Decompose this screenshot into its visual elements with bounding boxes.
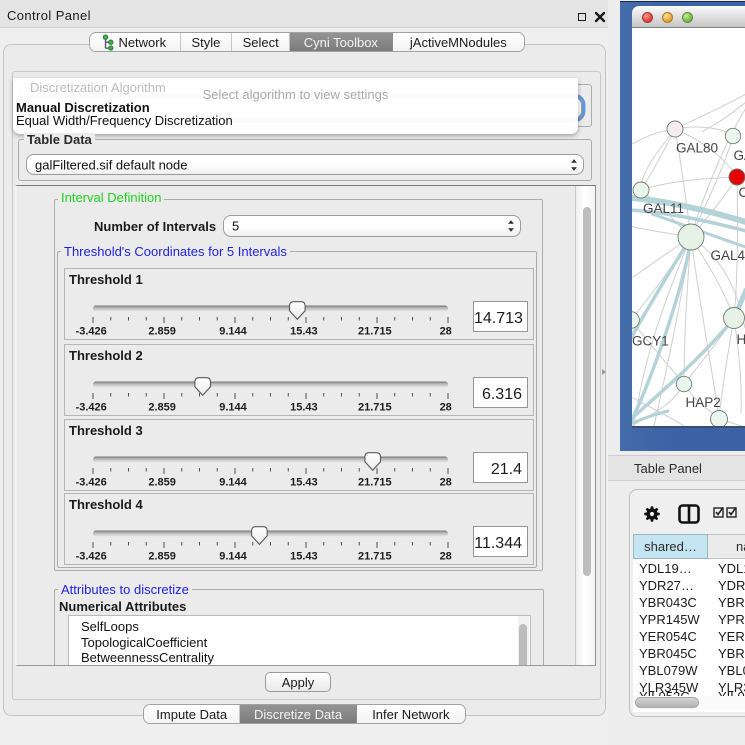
svg-text:21.715: 21.715: [358, 326, 392, 338]
svg-text:28: 28: [440, 477, 452, 489]
svg-text:28: 28: [440, 326, 452, 338]
svg-text:15.43: 15.43: [290, 477, 318, 489]
svg-text:15.43: 15.43: [290, 402, 318, 414]
svg-text:9.144: 9.144: [219, 477, 247, 489]
svg-text:GAL11: GAL11: [643, 201, 684, 216]
svg-text:-3.426: -3.426: [76, 477, 107, 489]
svg-text:CD: CD: [739, 185, 745, 200]
svg-text:-3.426: -3.426: [76, 551, 107, 563]
svg-text:GA: GA: [734, 148, 745, 163]
svg-text:HAP2: HAP2: [686, 395, 721, 410]
svg-text:-3.426: -3.426: [76, 402, 107, 414]
svg-text:-3.426: -3.426: [76, 326, 107, 338]
svg-text:HAP1: HAP1: [737, 332, 745, 347]
svg-text:GAL80: GAL80: [676, 141, 718, 156]
svg-text:21.715: 21.715: [358, 477, 392, 489]
svg-text:15.43: 15.43: [290, 551, 318, 563]
svg-text:2.859: 2.859: [148, 402, 176, 414]
svg-text:9.144: 9.144: [219, 326, 247, 338]
svg-text:2.859: 2.859: [148, 477, 176, 489]
svg-text:GAL4: GAL4: [711, 248, 745, 263]
svg-text:21.715: 21.715: [358, 402, 392, 414]
svg-text:21.715: 21.715: [358, 551, 392, 563]
svg-text:2.859: 2.859: [148, 326, 176, 338]
svg-text:9.144: 9.144: [219, 402, 247, 414]
svg-text:15.43: 15.43: [290, 326, 318, 338]
svg-text:GCY1: GCY1: [632, 334, 669, 349]
svg-text:28: 28: [440, 551, 452, 563]
svg-text:9.144: 9.144: [219, 551, 247, 563]
svg-text:2.859: 2.859: [148, 551, 176, 563]
svg-text:28: 28: [440, 402, 452, 414]
